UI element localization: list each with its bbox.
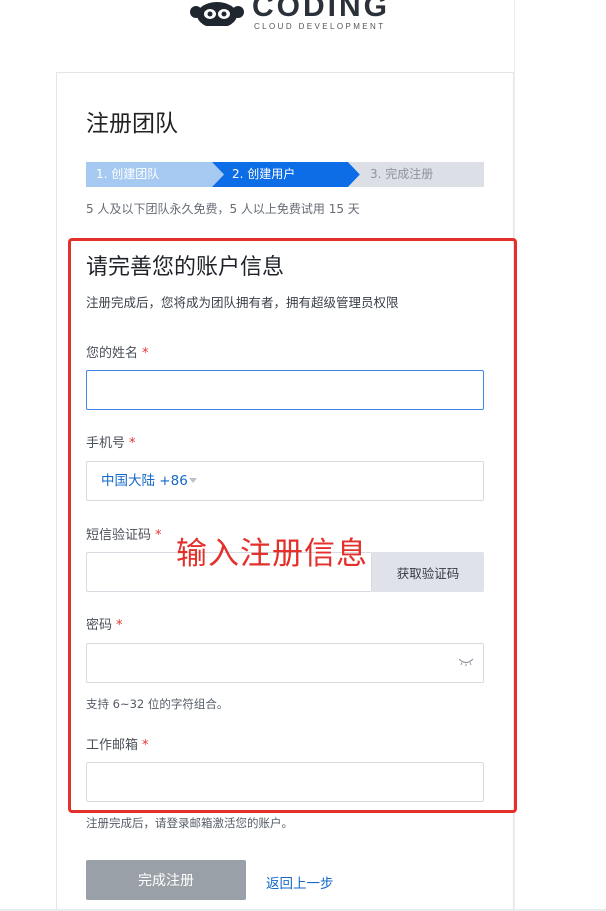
coding-logo: CODING CLOUD DEVELOPMENT [190, 0, 390, 38]
step-progress: 1. 创建团队 2. 创建用户 3. 完成注册 [86, 162, 484, 187]
required-mark: * [116, 618, 123, 633]
register-page: CODING CLOUD DEVELOPMENT 注册团队 1. 创建团队 2.… [0, 0, 606, 911]
divider [514, 0, 515, 911]
brand-tagline: CLOUD DEVELOPMENT [254, 22, 386, 31]
password-hint: 支持 6~32 位的字符组合。 [86, 697, 229, 711]
name-label: 您的姓名 * [86, 346, 149, 361]
page-title: 注册团队 [86, 111, 178, 137]
phone-field[interactable]: 中国大陆 +86 [86, 461, 484, 501]
password-input[interactable] [86, 643, 484, 683]
name-input[interactable] [86, 370, 484, 410]
email-hint: 注册完成后，请登录邮箱激活您的账户。 [86, 816, 293, 830]
email-label: 工作邮箱 * [86, 738, 149, 753]
chevron-down-icon [189, 478, 197, 483]
country-code-select[interactable]: 中国大陆 +86 [101, 462, 188, 500]
section-title: 请完善您的账户信息 [86, 255, 285, 280]
complete-registration-button[interactable]: 完成注册 [86, 860, 246, 900]
password-label: 密码 * [86, 618, 123, 633]
required-mark: * [129, 436, 136, 451]
sms-label: 短信验证码 * [86, 528, 162, 543]
email-input[interactable] [86, 762, 484, 802]
step-create-team: 1. 创建团队 [86, 162, 224, 187]
get-code-button[interactable]: 获取验证码 [372, 552, 484, 592]
step-create-user: 2. 创建用户 [212, 162, 360, 187]
required-mark: * [155, 528, 162, 543]
step-complete: 3. 完成注册 [348, 162, 484, 187]
phone-label: 手机号 * [86, 436, 136, 451]
brand-name: CODING [252, 0, 390, 23]
required-mark: * [142, 346, 149, 361]
eye-closed-icon[interactable] [458, 657, 474, 667]
required-mark: * [142, 738, 149, 753]
section-subtitle: 注册完成后，您将成为团队拥有者，拥有超级管理员权限 [86, 295, 399, 310]
back-link[interactable]: 返回上一步 [266, 872, 334, 892]
pricing-note: 5 人及以下团队永久免费，5 人以上免费试用 15 天 [86, 202, 360, 216]
annotation-text: 输入注册信息 [176, 536, 368, 572]
monkey-logo-icon [190, 2, 244, 26]
